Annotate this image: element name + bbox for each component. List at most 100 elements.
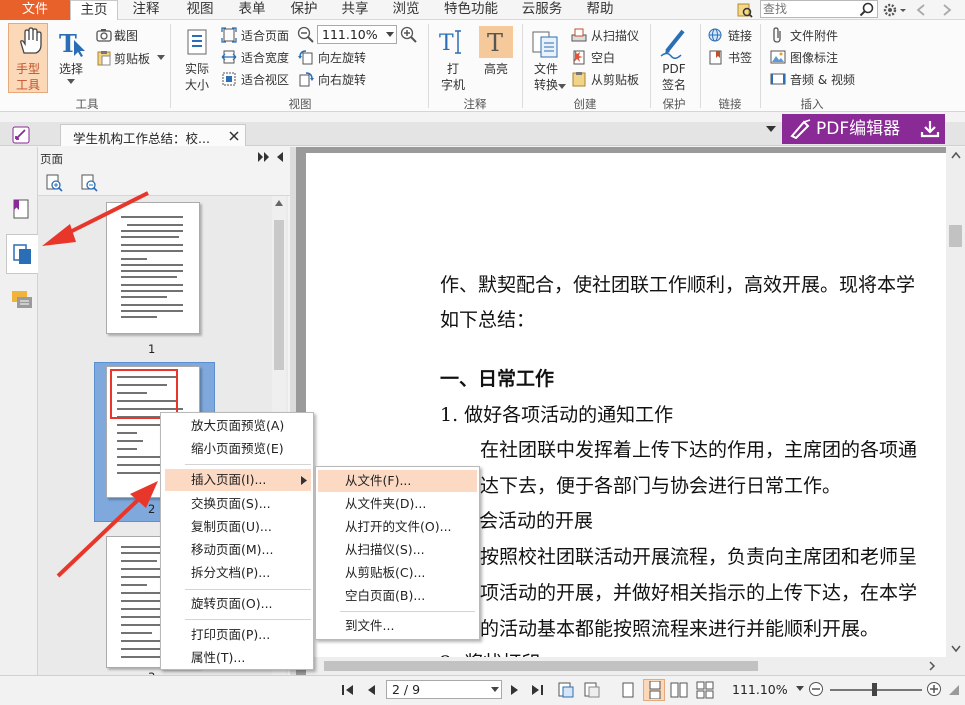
submenu-item-from-clipboard[interactable]: 从剪贴板(C)... [345, 562, 425, 584]
menu-item-swap-pages[interactable]: 交换页面(S)... [191, 493, 271, 515]
next-page-icon[interactable] [509, 683, 519, 697]
menu-item-rotate-pages[interactable]: 旋转页面(O)... [191, 593, 273, 615]
select-button[interactable]: T 选择 [52, 24, 90, 94]
clipboard-button[interactable]: 剪贴板 [114, 50, 150, 67]
tab-help[interactable]: 帮助 [578, 0, 622, 20]
last-page-icon[interactable] [530, 683, 544, 697]
reading-mode-icon[interactable] [583, 681, 601, 699]
view-mode-icon[interactable] [557, 681, 575, 699]
menu-item-insert-page[interactable]: 插入页面(I)... [165, 469, 311, 491]
tab-view[interactable]: 视图 [178, 0, 222, 20]
shrink-thumbnail-icon[interactable] [80, 174, 98, 192]
page-thumbnail-1[interactable] [106, 202, 200, 334]
continuous-page-button[interactable] [643, 679, 665, 701]
search-box[interactable] [760, 0, 878, 18]
zoom-slider-handle[interactable] [872, 683, 877, 696]
document-tab[interactable]: 学生机构工作总结：校... [60, 124, 246, 146]
close-tab-icon[interactable] [229, 131, 239, 141]
tab-form[interactable]: 表单 [230, 0, 274, 20]
menu-item-split-document[interactable]: 拆分文档(P)... [191, 562, 270, 584]
zoom-out-icon[interactable] [297, 26, 314, 43]
search-icon[interactable] [859, 2, 874, 17]
scroll-right-icon[interactable] [928, 661, 936, 671]
fit-width-button[interactable]: 适合宽度 [241, 49, 289, 66]
file-convert-button[interactable]: 文件 转换 [527, 24, 566, 94]
file-convert-dropdown-icon[interactable] [558, 84, 566, 90]
actual-size-button[interactable]: 实际 大小 [178, 24, 216, 94]
link-button[interactable]: 链接 [728, 27, 752, 44]
collapse-panel-icon[interactable] [258, 152, 270, 162]
submenu-item-from-open-file[interactable]: 从打开的文件(O)... [345, 516, 452, 538]
horizontal-scroll-thumb[interactable] [324, 661, 758, 671]
menu-item-move-pages[interactable]: 移动页面(M)... [191, 539, 273, 561]
panel-arrow-left-icon[interactable] [276, 152, 284, 162]
rotate-left-button[interactable]: 向左旋转 [318, 49, 366, 66]
vertical-scroll-thumb[interactable] [949, 225, 962, 247]
continuous-facing-icon[interactable] [696, 681, 714, 699]
pages-panel-tab[interactable] [6, 234, 38, 274]
screenshot-button[interactable]: 截图 [114, 27, 138, 44]
previous-page-icon[interactable] [366, 683, 376, 697]
fit-visible-button[interactable]: 适合视区 [241, 71, 289, 88]
tab-features[interactable]: 特色功能 [436, 0, 506, 20]
typewriter-button[interactable]: T 打 字机 [434, 24, 472, 94]
audio-video-button[interactable]: 音频 & 视频 [790, 71, 855, 88]
tab-protect[interactable]: 保护 [282, 0, 326, 20]
scroll-down-icon[interactable] [951, 645, 961, 653]
menu-item-zoom-in-preview[interactable]: 放大页面预览(A) [191, 415, 284, 437]
menu-item-copy-pages[interactable]: 复制页面(U)... [191, 516, 272, 538]
tab-share[interactable]: 共享 [333, 0, 377, 20]
bookmark-button[interactable]: 书签 [728, 49, 752, 66]
scroll-up-arrow-icon[interactable] [275, 200, 283, 206]
page-number-input[interactable]: 2 / 9 [386, 680, 502, 699]
back-arrow-icon[interactable] [914, 3, 928, 17]
hand-tool-button[interactable]: 手型 工具 [8, 23, 48, 93]
tab-comment[interactable]: 注释 [124, 0, 168, 20]
tab-home[interactable]: 主页 [70, 0, 118, 21]
scroll-up-icon[interactable] [951, 151, 961, 159]
facing-pages-icon[interactable] [670, 681, 688, 699]
typewriter-icon: T [439, 30, 461, 56]
vertical-scrollbar[interactable] [946, 147, 965, 657]
tab-cloud[interactable]: 云服务 [514, 0, 570, 20]
settings-gear-icon[interactable] [882, 2, 908, 18]
menu-item-print-pages[interactable]: 打印页面(P)... [191, 624, 270, 646]
first-page-icon[interactable] [341, 683, 355, 697]
clipboard-dropdown-icon[interactable] [157, 55, 165, 61]
file-attachment-button[interactable]: 文件附件 [790, 27, 838, 44]
submenu-item-from-file[interactable]: 从文件(F)... [318, 470, 477, 492]
blank-button[interactable]: 空白 [591, 49, 615, 66]
menu-item-properties[interactable]: 属性(T)... [191, 647, 245, 669]
forward-arrow-icon[interactable] [940, 3, 954, 17]
search-doc-icon[interactable] [737, 2, 753, 18]
zoom-in-icon[interactable] [400, 26, 417, 43]
tab-list-dropdown-icon[interactable] [766, 126, 776, 134]
status-zoom-in-icon[interactable] [926, 681, 942, 697]
single-page-icon[interactable] [620, 681, 636, 699]
image-annotation-button[interactable]: 图像标注 [790, 49, 838, 66]
submenu-item-to-file[interactable]: 到文件... [345, 615, 394, 637]
menu-item-zoom-out-preview[interactable]: 缩小页面预览(E) [191, 438, 284, 460]
fit-page-button[interactable]: 适合页面 [241, 27, 289, 44]
pdf-editor-button[interactable]: PDF编辑器 [782, 114, 945, 144]
status-zoom-dropdown-icon[interactable] [796, 686, 804, 692]
thumbnail-scroll-thumb[interactable] [274, 220, 284, 370]
submenu-item-from-folder[interactable]: 从文件夹(D)... [345, 493, 426, 515]
tab-browse[interactable]: 浏览 [384, 0, 428, 20]
rotate-right-button[interactable]: 向右旋转 [318, 71, 366, 88]
submenu-item-from-scanner[interactable]: 从扫描仪(S)... [345, 539, 425, 561]
from-scanner-button[interactable]: 从扫描仪 [591, 27, 639, 44]
status-more-icon[interactable] [948, 683, 960, 697]
bookmarks-panel-icon[interactable] [11, 198, 31, 220]
status-zoom-out-icon[interactable] [808, 681, 824, 697]
from-clipboard-button[interactable]: 从剪贴板 [591, 71, 639, 88]
pdf-sign-button[interactable]: PDF 签名 [654, 24, 694, 94]
comments-panel-icon[interactable] [11, 289, 33, 311]
submenu-item-blank-page[interactable]: 空白页面(B)... [345, 585, 425, 607]
highlight-button[interactable]: T 高亮 [476, 24, 516, 94]
horizontal-scrollbar[interactable] [306, 657, 965, 675]
file-menu[interactable]: 文件 [0, 0, 70, 20]
search-input[interactable] [763, 1, 857, 17]
zoom-select[interactable]: 111.10% [317, 25, 397, 44]
enlarge-thumbnail-icon[interactable] [45, 174, 63, 192]
